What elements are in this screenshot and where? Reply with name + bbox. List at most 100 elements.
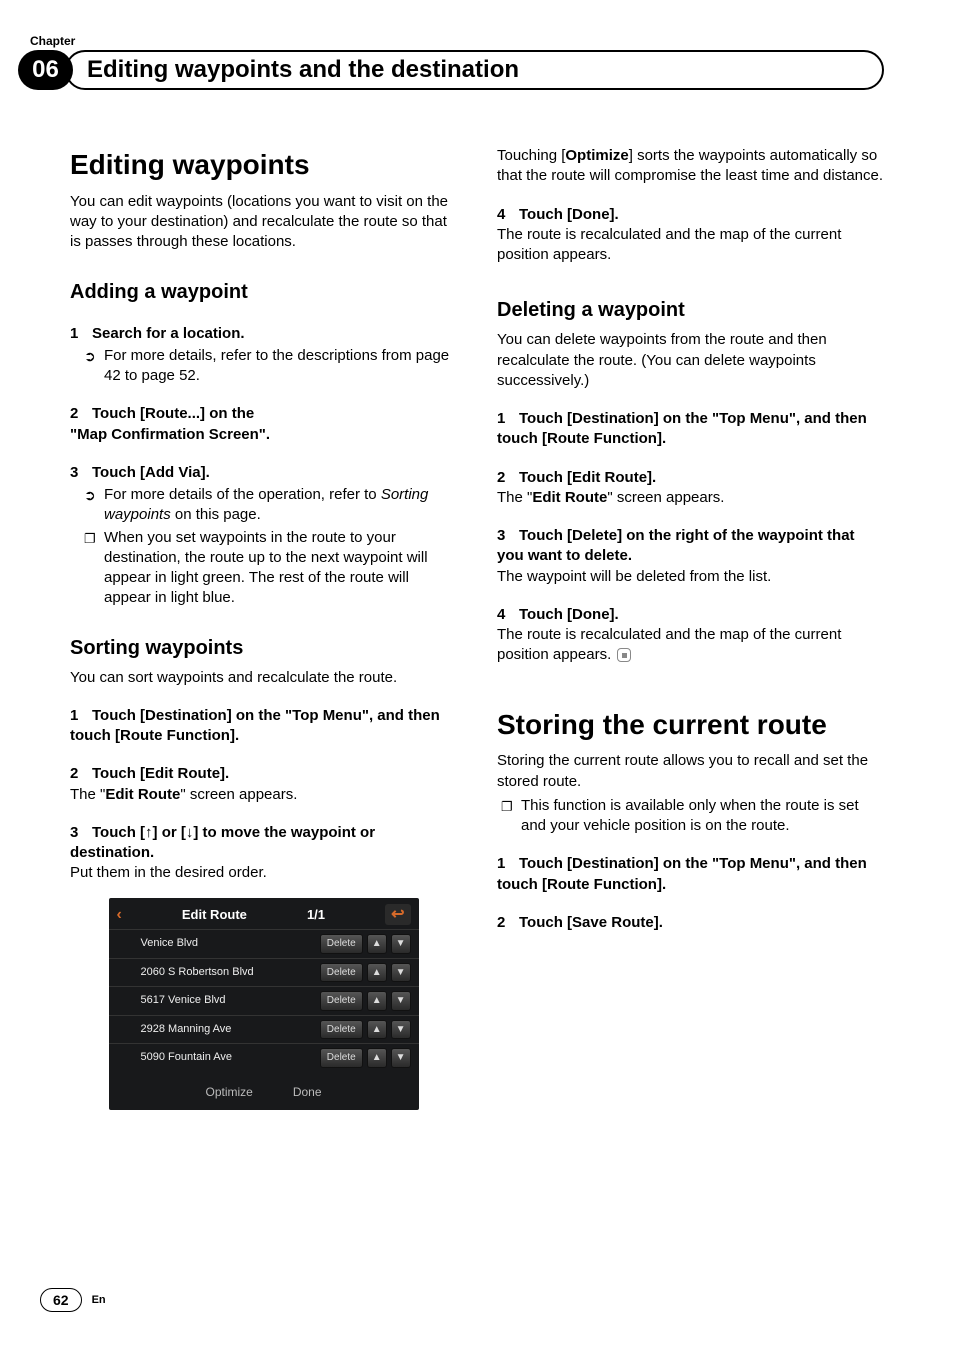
page: Chapter 06 Editing waypoints and the des… <box>0 0 954 1352</box>
sorting-step2-note: The "Edit Route" screen appears. <box>70 785 457 805</box>
ss-footer: Optimize Done <box>109 1072 419 1100</box>
deleting-step2-note: The "Edit Route" screen appears. <box>497 488 884 508</box>
optimize-note-a: Touching [ <box>497 147 565 164</box>
left-column: Editing waypoints You can edit waypoints… <box>70 146 457 1110</box>
move-up-button[interactable]: ▲ <box>367 1048 387 1068</box>
list-item[interactable]: 5090 Fountain Ave <box>117 1050 316 1065</box>
adding-step3-note1c: on this page. <box>171 506 261 523</box>
sorting-step4-note: The route is recalculated and the map of… <box>497 225 884 266</box>
deleting-step2: 2Touch [Edit Route]. <box>497 468 884 488</box>
subheading-deleting: Deleting a waypoint <box>497 297 884 324</box>
chapter-pill-wrap: 06 <box>18 50 85 90</box>
delete-button[interactable]: Delete <box>320 934 363 954</box>
title-frame: Editing waypoints and the destination <box>65 50 884 90</box>
deleting-step3: 3Touch [Delete] on the right of the wayp… <box>497 526 884 567</box>
adding-step3-note1a: For more details of the operation, refer… <box>104 486 381 503</box>
adding-step3-note1: For more details of the operation, refer… <box>70 485 457 526</box>
table-row: 2928 Manning Ave Delete ▲ ▼ <box>109 1015 419 1044</box>
adding-step2-line2: "Map Confirmation Screen". <box>70 425 457 445</box>
storing-step2: 2Touch [Save Route]. <box>497 913 884 933</box>
deleting-step2-text: Touch [Edit Route]. <box>519 469 656 486</box>
storing-intro: Storing the current route allows you to … <box>497 751 884 792</box>
optimize-button[interactable]: Optimize <box>205 1084 252 1100</box>
move-down-button[interactable]: ▼ <box>391 1020 411 1040</box>
delete-button[interactable]: Delete <box>320 1048 363 1068</box>
deleting-step4-note: The route is recalculated and the map of… <box>497 625 884 666</box>
table-row: 2060 S Robertson Blvd Delete ▲ ▼ <box>109 958 419 987</box>
list-item[interactable]: Venice Blvd <box>117 936 316 951</box>
arrow-icon <box>84 347 96 367</box>
storing-step1: 1Touch [Destination] on the "Top Menu", … <box>497 854 884 895</box>
title-bar: 06 Editing waypoints and the destination <box>18 50 884 90</box>
adding-step1: 1Search for a location. <box>70 324 457 344</box>
arrow-icon <box>84 486 96 506</box>
ss-header: ‹ Edit Route 1/1 ↩ <box>109 898 419 930</box>
sorting-step2-note-c: " screen appears. <box>180 786 297 803</box>
sorting-step3-a: Touch [ <box>92 824 145 841</box>
sorting-step2-note-a: The " <box>70 786 105 803</box>
sorting-step2: 2Touch [Edit Route]. <box>70 764 457 784</box>
deleting-step4: 4Touch [Done]. <box>497 605 884 625</box>
sorting-intro: You can sort waypoints and recalculate t… <box>70 668 457 688</box>
deleting-step1: 1Touch [Destination] on the "Top Menu", … <box>497 409 884 450</box>
done-button[interactable]: Done <box>293 1084 322 1100</box>
adding-step1-note: For more details, refer to the descripti… <box>70 346 457 387</box>
move-up-button[interactable]: ▲ <box>367 991 387 1011</box>
optimize-note: Touching [Optimize] sorts the waypoints … <box>497 146 884 187</box>
delete-button[interactable]: Delete <box>320 1020 363 1040</box>
intro-text: You can edit waypoints (locations you wa… <box>70 192 457 253</box>
right-column: Touching [Optimize] sorts the waypoints … <box>497 146 884 1110</box>
chapter-title: Editing waypoints and the destination <box>87 56 519 84</box>
move-up-button[interactable]: ▲ <box>367 1020 387 1040</box>
adding-step3: 3Touch [Add Via]. <box>70 463 457 483</box>
deleting-step2-note-c: " screen appears. <box>607 489 724 506</box>
back-icon[interactable]: ‹ <box>117 904 122 926</box>
list-item[interactable]: 2060 S Robertson Blvd <box>117 965 316 980</box>
move-down-button[interactable]: ▼ <box>391 934 411 954</box>
ss-page-indicator: 1/1 <box>307 906 325 924</box>
section-editing-waypoints: Editing waypoints <box>70 146 457 184</box>
deleting-step1-text: Touch [Destination] on the "Top Menu", a… <box>497 410 867 447</box>
adding-step1-note-text: For more details, refer to the descripti… <box>104 347 449 384</box>
deleting-step3-text: Touch [Delete] on the right of the waypo… <box>497 527 855 564</box>
edit-route-screenshot: ‹ Edit Route 1/1 ↩ Venice Blvd Delete ▲ … <box>109 898 419 1110</box>
move-down-button[interactable]: ▼ <box>391 1048 411 1068</box>
move-down-button[interactable]: ▼ <box>391 991 411 1011</box>
sorting-step4-text: Touch [Done]. <box>519 206 619 223</box>
language-label: En <box>92 1294 106 1306</box>
move-up-button[interactable]: ▲ <box>367 934 387 954</box>
list-item[interactable]: 2928 Manning Ave <box>117 1022 316 1037</box>
adding-step3-note2-text: When you set waypoints in the route to y… <box>104 529 428 607</box>
adding-step2-line1: Touch [Route...] on the <box>92 405 254 422</box>
sorting-step2-text: Touch [Edit Route]. <box>92 765 229 782</box>
list-item[interactable]: 5617 Venice Blvd <box>117 993 316 1008</box>
section-end-icon <box>617 648 631 662</box>
return-icon[interactable]: ↩ <box>385 904 410 926</box>
section-storing: Storing the current route <box>497 706 884 744</box>
subheading-adding: Adding a waypoint <box>70 279 457 306</box>
deleting-step2-note-b: Edit Route <box>532 489 607 506</box>
table-row: Venice Blvd Delete ▲ ▼ <box>109 929 419 958</box>
deleting-intro: You can delete waypoints from the route … <box>497 330 884 391</box>
subheading-sorting: Sorting waypoints <box>70 635 457 662</box>
page-footer: 62 En <box>40 1288 106 1312</box>
deleting-step3-note: The waypoint will be deleted from the li… <box>497 567 884 587</box>
sorting-step4: 4Touch [Done]. <box>497 205 884 225</box>
table-row: 5090 Fountain Ave Delete ▲ ▼ <box>109 1043 419 1072</box>
content-columns: Editing waypoints You can edit waypoints… <box>70 146 884 1110</box>
adding-step3-note2: When you set waypoints in the route to y… <box>70 528 457 609</box>
sorting-step1-text: Touch [Destination] on the "Top Menu", a… <box>70 707 440 744</box>
optimize-note-b: Optimize <box>565 147 628 164</box>
table-row: 5617 Venice Blvd Delete ▲ ▼ <box>109 986 419 1015</box>
adding-step2: 2Touch [Route...] on the <box>70 404 457 424</box>
page-number: 62 <box>40 1288 82 1312</box>
move-up-button[interactable]: ▲ <box>367 963 387 983</box>
delete-button[interactable]: Delete <box>320 991 363 1011</box>
sorting-step3: 3Touch [] or [] to move the waypoint or … <box>70 823 457 864</box>
move-down-button[interactable]: ▼ <box>391 963 411 983</box>
deleting-step4-note-text: The route is recalculated and the map of… <box>497 626 841 663</box>
adding-step1-text: Search for a location. <box>92 325 245 342</box>
box-icon <box>84 529 96 549</box>
sorting-step2-note-b: Edit Route <box>105 786 180 803</box>
delete-button[interactable]: Delete <box>320 963 363 983</box>
